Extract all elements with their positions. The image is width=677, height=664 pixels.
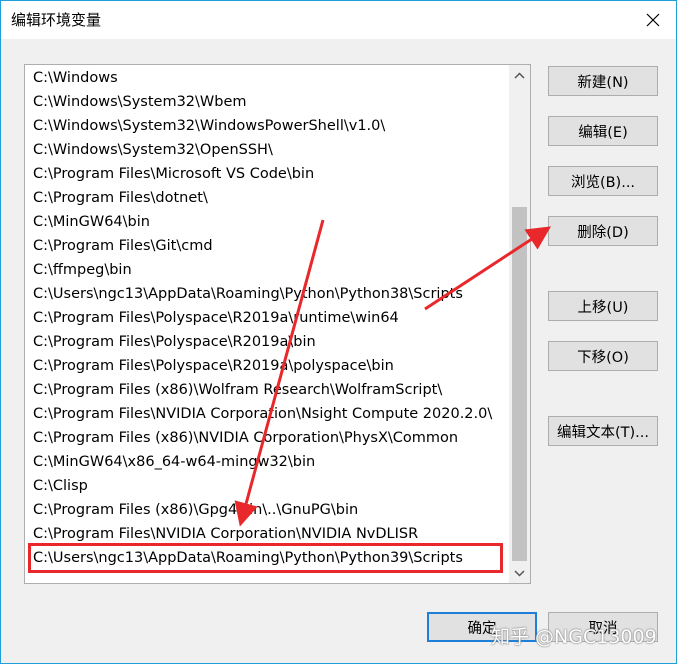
scroll-down-button[interactable] (509, 563, 530, 583)
list-item[interactable]: C:\MinGW64\x86_64-w64-mingw32\bin (25, 450, 507, 474)
list-item[interactable]: C:\Clisp (25, 474, 507, 498)
list-item[interactable]: C:\Windows\System32\Wbem (25, 90, 507, 114)
list-item[interactable]: C:\Windows (25, 66, 507, 90)
scroll-up-button[interactable] (509, 65, 530, 85)
move-down-button[interactable]: 下移(O) (548, 341, 658, 371)
browse-button[interactable]: 浏览(B)... (548, 166, 658, 196)
list-item[interactable]: C:\Windows\System32\WindowsPowerShell\v1… (25, 114, 507, 138)
list-item[interactable]: C:\Users\ngc13\AppData\Roaming\Python\Py… (25, 282, 507, 306)
list-item[interactable]: C:\Program Files\dotnet\ (25, 186, 507, 210)
new-button[interactable]: 新建(N) (548, 66, 658, 96)
delete-button[interactable]: 删除(D) (548, 216, 658, 246)
chevron-up-icon (514, 71, 525, 79)
scrollbar-thumb[interactable] (512, 207, 527, 561)
list-item[interactable]: C:\MinGW64\bin (25, 210, 507, 234)
list-item[interactable]: C:\Program Files\NVIDIA Corporation\Nsig… (25, 402, 507, 426)
edit-text-button[interactable]: 编辑文本(T)... (548, 416, 658, 446)
path-list: C:\Windows C:\Windows\System32\Wbem C:\Win… (25, 66, 507, 570)
vertical-scrollbar[interactable] (509, 65, 530, 583)
ok-button[interactable]: 确定 (427, 612, 537, 642)
title-bar[interactable]: 编辑环境变量 (1, 1, 676, 39)
list-item[interactable]: C:\Windows\System32\OpenSSH\ (25, 138, 507, 162)
list-item[interactable]: C:\Program Files (x86)\Gpg4win\..\GnuPG\… (25, 498, 507, 522)
list-item[interactable]: C:\Program Files (x86)\Wolfram Research\… (25, 378, 507, 402)
list-item[interactable]: C:\Program Files\Git\cmd (25, 234, 507, 258)
cancel-button[interactable]: 取消 (548, 612, 658, 642)
list-item-selected[interactable]: C:\Users\ngc13\AppData\Roaming\Python\Py… (25, 546, 507, 570)
window-title: 编辑环境变量 (11, 11, 102, 29)
list-item[interactable]: C:\Program Files\Polyspace\R2019a\polysp… (25, 354, 507, 378)
close-button[interactable] (638, 5, 668, 35)
path-listbox[interactable]: C:\Windows C:\Windows\System32\Wbem C:\Win… (24, 64, 531, 584)
edit-button[interactable]: 编辑(E) (548, 116, 658, 146)
close-icon (646, 13, 660, 27)
list-item[interactable]: C:\Program Files\NVIDIA Corporation\NVID… (25, 522, 507, 546)
list-item[interactable]: C:\Program Files\Microsoft VS Code\bin (25, 162, 507, 186)
list-item[interactable]: C:\ffmpeg\bin (25, 258, 507, 282)
chevron-down-icon (514, 569, 525, 577)
move-up-button[interactable]: 上移(U) (548, 291, 658, 321)
list-item[interactable]: C:\Program Files\Polyspace\R2019a\bin (25, 330, 507, 354)
edit-environment-variable-dialog: 编辑环境变量 C:\Windows C:\Windows\System32\Wbe… (0, 0, 677, 664)
list-item[interactable]: C:\Program Files (x86)\NVIDIA Corporatio… (25, 426, 507, 450)
list-item[interactable]: C:\Program Files\Polyspace\R2019a\runtim… (25, 306, 507, 330)
